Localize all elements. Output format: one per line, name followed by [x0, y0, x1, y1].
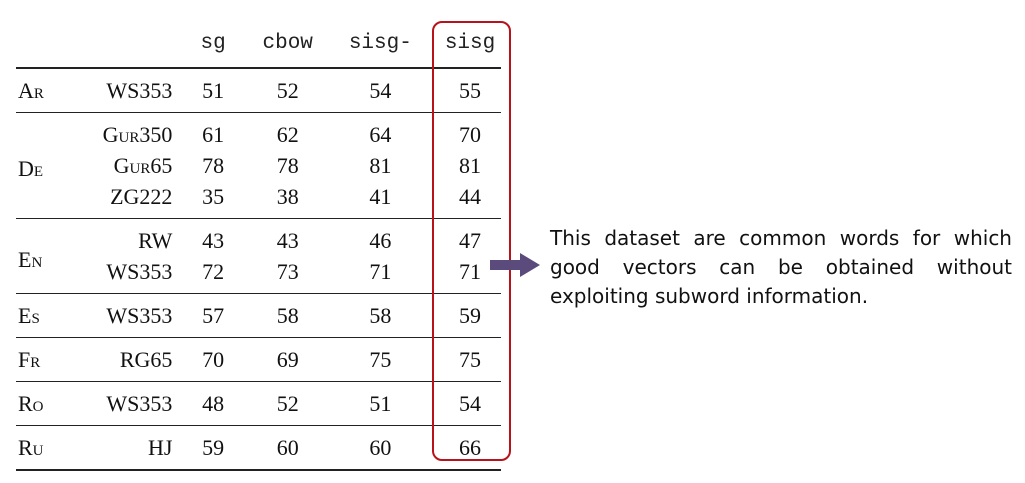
lang-label: De	[18, 156, 44, 181]
dataset-name: RG65	[119, 347, 173, 372]
dataset-name: Gur350	[102, 122, 173, 147]
cell-cbow: 69	[276, 347, 299, 372]
cell-cbow: 58	[276, 303, 299, 328]
group-ar: Ar WS353 51 52 54 55	[16, 68, 501, 113]
cell-sisg-minus: 60	[369, 435, 392, 460]
cell-sg: 70	[202, 347, 225, 372]
cell-cbow: 73	[276, 259, 299, 284]
dataset-name: Gur65	[113, 153, 173, 178]
cell-sg: 78	[202, 153, 225, 178]
lang-label: Es	[18, 303, 40, 328]
dataset-name: ZG222	[110, 184, 173, 209]
table-row: Fr RG65 70 69 75 75	[16, 338, 501, 382]
cell-sisg-minus: 75	[369, 347, 392, 372]
group-ro: Ro WS353 48 52 51 54	[16, 381, 501, 426]
cell-cbow: 62	[276, 122, 299, 147]
cell-sisg-minus: 81	[369, 153, 392, 178]
cell-sisg-minus: 54	[369, 78, 392, 103]
group-fr: Fr RG65 70 69 75 75	[16, 337, 501, 382]
table-row: Ru HJ 59 60 60 66	[16, 426, 501, 471]
dataset-name: WS353	[106, 391, 173, 416]
table-row: Gur65 78 78 81 81	[16, 150, 501, 181]
cell-cbow: 78	[276, 153, 299, 178]
table-row: WS353 72 73 71 71	[16, 256, 501, 294]
cell-sg: 43	[202, 228, 225, 253]
table-row: ZG222 35 38 41 44	[16, 181, 501, 219]
dataset-name: RW	[138, 228, 173, 253]
cell-sisg-minus: 64	[369, 122, 392, 147]
lang-label: Ar	[18, 78, 44, 103]
header-sg: sg	[200, 31, 226, 55]
cell-cbow: 38	[276, 184, 299, 209]
group-ru: Ru HJ 59 60 60 66	[16, 425, 501, 471]
sisg-column-highlight	[432, 21, 511, 461]
header-sisg-minus: sisg-	[348, 31, 412, 55]
cell-cbow: 52	[276, 391, 299, 416]
header-dataset	[78, 19, 173, 68]
cell-sisg-minus: 51	[369, 391, 392, 416]
cell-sg: 35	[202, 184, 225, 209]
table-row: Ar WS353 51 52 54 55	[16, 68, 501, 113]
cell-sisg-minus: 46	[369, 228, 392, 253]
lang-label: Ru	[18, 435, 44, 460]
header-lang	[16, 19, 78, 68]
lang-label: Fr	[18, 347, 41, 372]
table-row: De Gur350 61 62 64 70	[16, 113, 501, 181]
table-row: Ro WS353 48 52 51 54	[16, 382, 501, 426]
table-row: En RW 43 43 46 47	[16, 219, 501, 272]
header-row: sg cbow sisg- sisg	[16, 19, 501, 68]
lang-label: Ro	[18, 391, 44, 416]
cell-cbow: 43	[276, 228, 299, 253]
cell-sisg-minus: 58	[369, 303, 392, 328]
cell-sg: 57	[202, 303, 225, 328]
cell-sg: 61	[202, 122, 225, 147]
table-row: Es WS353 57 58 58 59	[16, 294, 501, 338]
group-en: En RW 43 43 46 47 WS353 72 73 71 71	[16, 218, 501, 294]
dataset-name: WS353	[106, 259, 173, 284]
table-header: sg cbow sisg- sisg	[16, 19, 501, 68]
cell-sisg-minus: 41	[369, 184, 392, 209]
lang-label: En	[18, 246, 43, 272]
cell-sg: 72	[202, 259, 225, 284]
cell-sg: 48	[202, 391, 225, 416]
dataset-name: WS353	[106, 78, 173, 103]
cell-sisg-minus: 71	[369, 259, 392, 284]
right-arrow-icon	[490, 253, 540, 277]
cell-sg: 51	[202, 78, 225, 103]
results-table: sg cbow sisg- sisg Ar WS353 51 52 54 55 …	[16, 19, 501, 471]
cell-cbow: 60	[276, 435, 299, 460]
cell-cbow: 52	[276, 78, 299, 103]
group-es: Es WS353 57 58 58 59	[16, 293, 501, 338]
dataset-name: WS353	[106, 303, 173, 328]
header-cbow: cbow	[262, 31, 313, 55]
annotation-text: This dataset are common words for which …	[550, 226, 1012, 308]
cell-sg: 59	[202, 435, 225, 460]
dataset-name: HJ	[147, 435, 173, 460]
arrow-shape	[490, 253, 540, 277]
group-de: De Gur350 61 62 64 70 Gur65 78 78 81 81 …	[16, 112, 501, 219]
